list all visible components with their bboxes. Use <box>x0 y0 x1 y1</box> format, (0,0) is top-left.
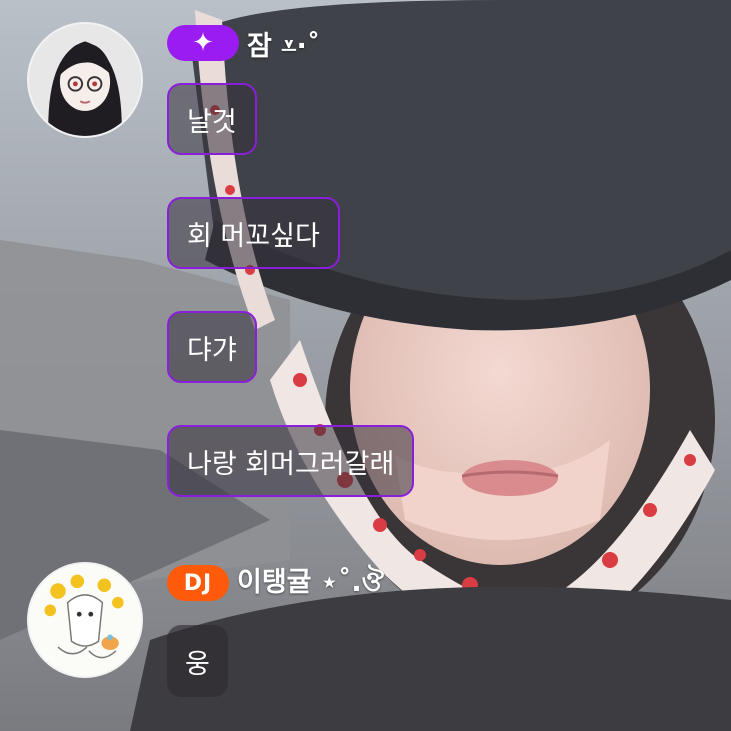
chat-bubble: 웅 <box>167 625 228 697</box>
message-header: ✦ 잠 ⩡·˚ <box>167 23 320 63</box>
chat-text: 댜갸 <box>187 334 237 366</box>
user-avatar[interactable] <box>27 22 143 138</box>
chat-bubble: 날것 <box>167 83 257 155</box>
message-header: DJ 이탱귤 ⋆˚.ঔ <box>167 563 384 603</box>
chat-bubble: 댜갸 <box>167 311 257 383</box>
dj-badge: DJ <box>167 565 229 601</box>
username[interactable]: 잠 ⩡·˚ <box>247 24 320 63</box>
dj-badge-label: DJ <box>183 570 213 596</box>
username[interactable]: 이탱귤 ⋆˚.ঔ <box>237 560 384 607</box>
chat-text: 날것 <box>187 106 237 138</box>
fan-badge: ✦ <box>167 25 239 61</box>
avatar-image <box>29 564 141 676</box>
chat-bubble: 나랑 회머그러갈래 <box>167 425 415 497</box>
avatar-image <box>29 24 141 136</box>
chat-text: 회 머꼬싶다 <box>187 220 320 252</box>
sparkle-icon: ✦ <box>192 28 214 58</box>
chat-text: 나랑 회머그러갈래 <box>187 448 395 480</box>
chat-bubble: 회 머꼬싶다 <box>167 197 340 269</box>
chat-text: 웅 <box>185 648 210 680</box>
dj-avatar[interactable] <box>27 562 143 678</box>
